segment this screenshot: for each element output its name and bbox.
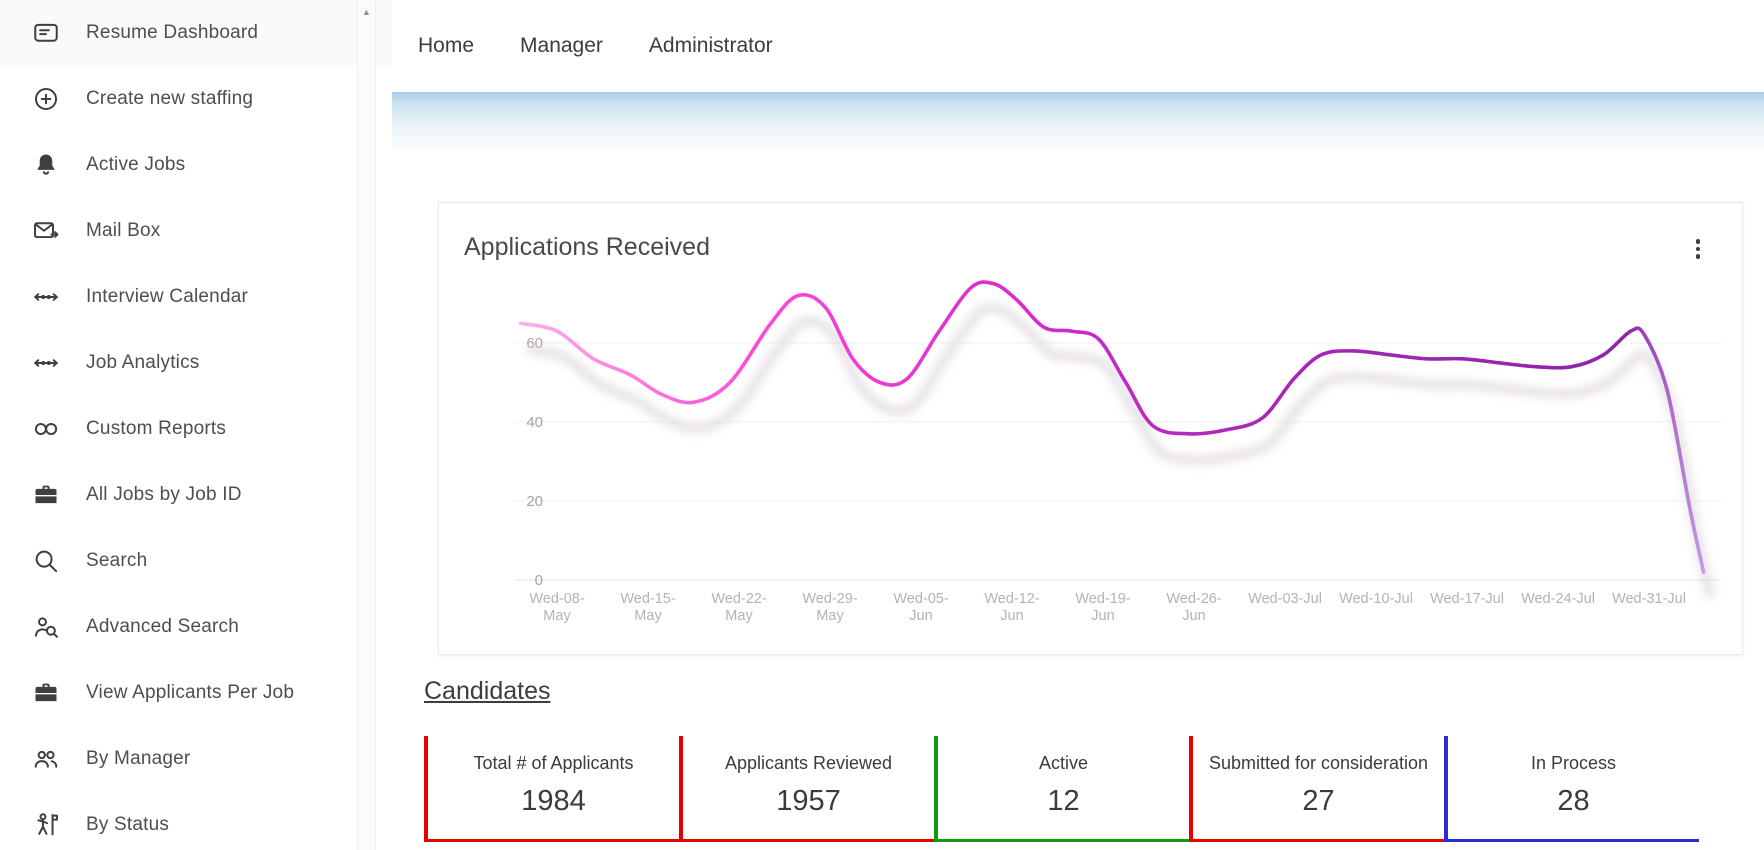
stat-value: 1957 — [776, 785, 841, 817]
svg-text:Wed-03-Jul: Wed-03-Jul — [1248, 591, 1322, 607]
svg-text:Wed-29-May: Wed-29-May — [802, 591, 858, 624]
svg-text:Wed-05-Jun: Wed-05-Jun — [893, 591, 949, 624]
sidebar-item-job-analytics[interactable]: Job Analytics — [0, 330, 392, 396]
svg-text:Wed-19-Jun: Wed-19-Jun — [1075, 591, 1131, 624]
kebab-menu-icon[interactable] — [1692, 235, 1705, 263]
header-gradient-band — [392, 92, 1764, 150]
line-chart-svg: 0204060Wed-08-MayWed-15-MayWed-22-MayWed… — [515, 280, 1721, 624]
plus-circle-icon — [32, 85, 60, 113]
mail-icon — [32, 217, 60, 245]
sidebar-item-by-manager[interactable]: By Manager — [0, 726, 392, 792]
chevron-up-icon[interactable]: ▲ — [358, 0, 375, 17]
sidebar-item-label: Custom Reports — [86, 418, 227, 439]
stat-label: Active — [1038, 753, 1089, 773]
sidebar-item-label: Mail Box — [86, 220, 161, 241]
search-icon — [32, 547, 60, 575]
stat-value: 12 — [1047, 785, 1080, 817]
sidebar-item-label: Interview Calendar — [86, 286, 249, 307]
stat-label: Submitted for consideration — [1208, 753, 1429, 773]
link-icon — [32, 415, 60, 443]
sidebar-item-label: By Manager — [86, 748, 191, 769]
sidebar-scrollbar[interactable]: ▲ — [357, 0, 376, 850]
main-area: Home Manager Administrator Applications Re… — [392, 0, 1764, 850]
sidebar-item-label: Active Jobs — [86, 154, 186, 175]
app-root: Resume Dashboard Create new staffing Activ… — [0, 0, 1764, 850]
svg-text:Wed-12-Jun: Wed-12-Jun — [984, 591, 1040, 624]
sidebar-item-create-new-staffing[interactable]: Create new staffing — [0, 66, 392, 132]
sidebar: Resume Dashboard Create new staffing Activ… — [0, 0, 392, 850]
svg-text:40: 40 — [526, 414, 543, 431]
person-search-icon — [32, 613, 60, 641]
sidebar-item-active-jobs[interactable]: Active Jobs — [0, 132, 392, 198]
applications-chart-card: Applications Received 0 20 40 60 Wed-08-May W… — [438, 202, 1743, 655]
stat-card-total-of-applicants: Total # of Applicants 1984 — [424, 736, 679, 842]
sidebar-item-custom-reports[interactable]: Custom Reports — [0, 396, 392, 462]
sidebar-item-label: View Applicants Per Job — [86, 682, 295, 703]
sidebar-item-label: All Jobs by Job ID — [86, 484, 242, 505]
svg-text:Wed-17-Jul: Wed-17-Jul — [1430, 591, 1504, 607]
svg-text:Wed-22-May: Wed-22-May — [711, 591, 767, 624]
sidebar-item-by-status[interactable]: By Status — [0, 792, 392, 850]
svg-text:20: 20 — [526, 493, 543, 510]
nav-item-administrator[interactable]: Administrator — [649, 34, 773, 58]
sidebar-item-view-applicants-per-job[interactable]: View Applicants Per Job — [0, 660, 392, 726]
timeline-icon — [32, 349, 60, 377]
people-icon — [32, 745, 60, 773]
sidebar-item-interview-calendar[interactable]: Interview Calendar — [0, 264, 392, 330]
applications-line-chart: 0 20 40 60 Wed-08-May Wed-15-May Wed-22-May Wed… — [439, 203, 1742, 654]
top-navigation: Home Manager Administrator — [392, 0, 1764, 92]
sidebar-menu: Resume Dashboard Create new staffing Activ… — [0, 0, 392, 850]
svg-text:Wed-24-Jul: Wed-24-Jul — [1521, 591, 1595, 607]
bell-icon — [32, 151, 60, 179]
stat-card-in-process: In Process 28 — [1444, 736, 1699, 842]
stat-value: 1984 — [521, 785, 586, 817]
stat-label: Total # of Applicants — [473, 753, 634, 773]
sidebar-item-mail-box[interactable]: Mail Box — [0, 198, 392, 264]
nav-item-manager[interactable]: Manager — [520, 34, 603, 58]
briefcase-icon — [32, 679, 60, 707]
svg-text:Wed-15-May: Wed-15-May — [620, 591, 676, 624]
sidebar-item-label: By Status — [86, 814, 170, 835]
chart-title: Applications Received — [464, 233, 710, 261]
svg-text:Wed-31-Jul: Wed-31-Jul — [1612, 591, 1686, 607]
sidebar-item-label: Advanced Search — [86, 616, 239, 637]
sidebar-item-label: Search — [86, 550, 148, 571]
sidebar-item-all-jobs-by-job-id[interactable]: All Jobs by Job ID — [0, 462, 392, 528]
sidebar-item-label: Job Analytics — [86, 352, 200, 373]
svg-text:Wed-08-May: Wed-08-May — [529, 591, 585, 624]
stat-card-applicants-reviewed: Applicants Reviewed 1957 — [679, 736, 934, 842]
timeline-icon — [32, 283, 60, 311]
stat-value: 28 — [1557, 785, 1590, 817]
sidebar-item-advanced-search[interactable]: Advanced Search — [0, 594, 392, 660]
sidebar-item-label: Resume Dashboard — [86, 22, 259, 43]
sidebar-item-search[interactable]: Search — [0, 528, 392, 594]
stat-value: 27 — [1302, 785, 1335, 817]
stat-card-active: Active 12 — [934, 736, 1189, 842]
nav-item-home[interactable]: Home — [418, 34, 474, 58]
briefcase-icon — [32, 481, 60, 509]
candidates-link[interactable]: Candidates — [424, 677, 550, 706]
resume-icon — [32, 19, 60, 47]
candidates-stats-row: Total # of Applicants 1984 Applicants Revi… — [424, 736, 1764, 842]
sidebar-item-resume-dashboard[interactable]: Resume Dashboard — [0, 0, 392, 66]
svg-text:0: 0 — [535, 572, 543, 589]
svg-text:Wed-10-Jul: Wed-10-Jul — [1339, 591, 1413, 607]
svg-text:Wed-26-Jun: Wed-26-Jun — [1166, 591, 1222, 624]
person-flag-icon — [32, 811, 60, 839]
stat-card-submitted-for-consideration: Submitted for consideration 27 — [1189, 736, 1444, 842]
stat-label: Applicants Reviewed — [724, 753, 893, 773]
stat-label: In Process — [1530, 753, 1617, 773]
line-shadow — [526, 303, 1716, 600]
sidebar-item-label: Create new staffing — [86, 88, 254, 109]
